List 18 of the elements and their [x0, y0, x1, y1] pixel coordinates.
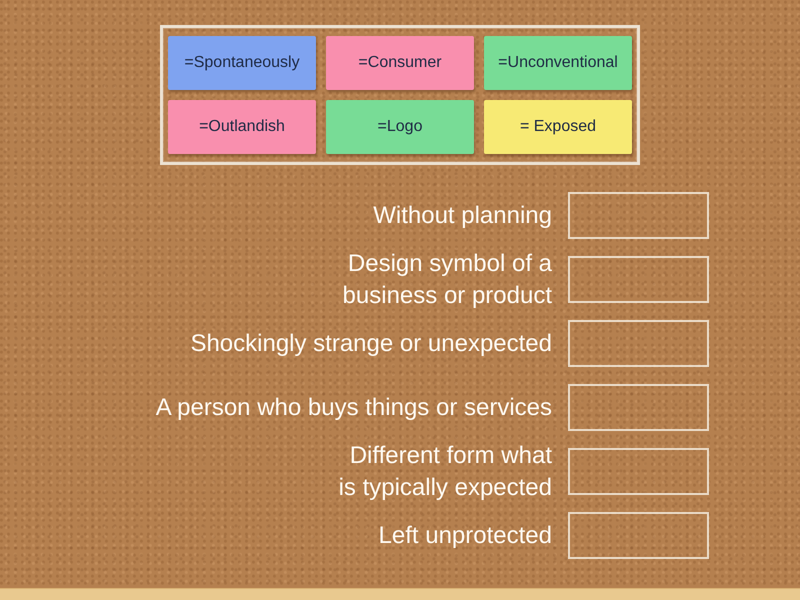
word-card[interactable]: =Consumer	[326, 36, 474, 90]
word-card[interactable]: =Spontaneously	[168, 36, 316, 90]
word-card[interactable]: =Outlandish	[168, 100, 316, 154]
answer-box[interactable]	[568, 320, 709, 367]
prompt-text: Left unprotected	[378, 520, 552, 550]
answer-box[interactable]	[568, 256, 709, 303]
answer-box[interactable]	[568, 192, 709, 239]
answer-box[interactable]	[568, 512, 709, 559]
answer-box[interactable]	[568, 384, 709, 431]
word-card[interactable]: =Unconventional	[484, 36, 632, 90]
word-card[interactable]: = Exposed	[484, 100, 632, 154]
word-card[interactable]: =Logo	[326, 100, 474, 154]
prompt-text: A person who buys things or services	[156, 392, 552, 422]
answer-box[interactable]	[568, 448, 709, 495]
prompt-text: Different form what is typically expected	[338, 440, 552, 502]
prompt-text: Shockingly strange or unexpected	[190, 328, 552, 358]
prompt-text: Without planning	[373, 200, 552, 230]
prompt-text: Design symbol of a business or product	[342, 248, 552, 310]
